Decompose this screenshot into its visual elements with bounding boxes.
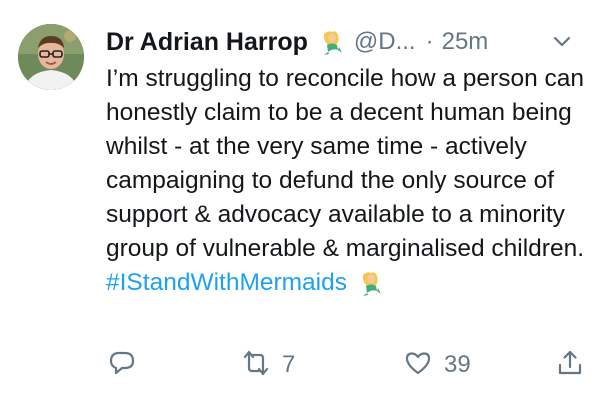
- author-handle[interactable]: @D...: [354, 28, 416, 56]
- retweet-icon: [242, 349, 270, 382]
- mermaid-emoji-icon: [318, 28, 346, 56]
- tweet-header: Dr Adrian Harrop @D... · 25m: [106, 20, 580, 64]
- hashtag-link[interactable]: #IStandWithMermaids: [106, 266, 347, 300]
- separator-dot: ·: [425, 28, 434, 55]
- reply-icon: [108, 349, 136, 382]
- chevron-down-icon[interactable]: [550, 30, 574, 54]
- tweet-actions: 7 39: [106, 345, 586, 385]
- heart-icon: [404, 349, 432, 382]
- share-icon: [556, 349, 584, 382]
- tweet-body: I’m struggling to reconcile how a person…: [106, 62, 586, 300]
- author-name[interactable]: Dr Adrian Harrop: [106, 28, 308, 57]
- tweet-text: I’m struggling to reconcile how a person…: [106, 65, 585, 262]
- retweet-count: 7: [282, 351, 296, 378]
- avatar[interactable]: [18, 24, 84, 90]
- reply-button[interactable]: [108, 345, 136, 385]
- like-count: 39: [444, 351, 471, 378]
- like-button[interactable]: 39: [404, 345, 471, 385]
- mermaid-emoji-icon: [357, 269, 385, 297]
- avatar-photo: [18, 24, 84, 90]
- timestamp[interactable]: 25m: [442, 28, 489, 56]
- share-button[interactable]: [556, 345, 584, 385]
- retweet-button[interactable]: 7: [242, 345, 295, 385]
